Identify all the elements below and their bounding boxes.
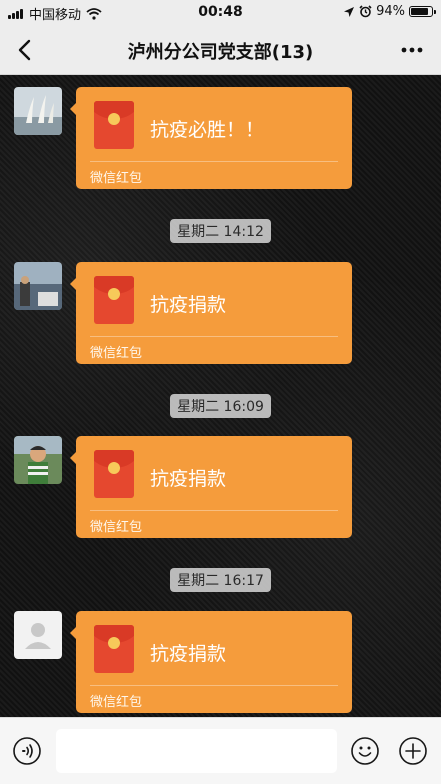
timestamp-text: 星期二 16:17 (170, 568, 271, 592)
red-envelope-icon (94, 450, 134, 498)
status-bar: 中国移动 00:48 94% (0, 0, 441, 26)
message-input[interactable] (56, 729, 337, 773)
red-packet-message[interactable]: 抗疫捐款 微信红包 (70, 262, 352, 364)
timestamp-text: 星期二 14:12 (170, 219, 271, 243)
chat-header: 泸州分公司党支部(13) (0, 26, 441, 75)
battery-percent: 94% (376, 4, 405, 19)
timestamp-divider: 星期二 14:12 (0, 219, 441, 243)
alarm-icon (359, 5, 372, 18)
battery-icon (409, 6, 436, 17)
more-dots-icon[interactable] (397, 36, 427, 64)
red-envelope-icon (94, 101, 134, 149)
red-packet-greeting: 抗疫必胜！！ (150, 119, 265, 141)
avatar-sails[interactable] (14, 87, 62, 135)
timestamp-divider: 星期二 16:17 (0, 568, 441, 592)
back-chevron-icon[interactable] (12, 36, 40, 64)
red-envelope-icon (94, 276, 134, 324)
red-packet-greeting: 抗疫捐款 (150, 468, 227, 490)
chat-title: 泸州分公司党支部(13) (127, 42, 314, 63)
timestamp-divider: 星期二 16:09 (0, 394, 441, 418)
red-packet-message[interactable]: 抗疫捐款 微信红包 (70, 436, 352, 538)
avatar-lake[interactable] (14, 262, 62, 310)
location-icon (344, 6, 355, 17)
red-packet-label: 微信红包 (90, 520, 143, 535)
red-packet-divider (90, 510, 338, 511)
red-packet-message[interactable]: 抗疫必胜！！ 微信红包 (70, 87, 352, 189)
emoji-icon[interactable] (350, 736, 380, 766)
red-packet-message[interactable]: 抗疫捐款 微信红包 (70, 611, 352, 713)
message-input-bar (0, 717, 441, 784)
red-packet-greeting: 抗疫捐款 (150, 294, 227, 316)
red-packet-divider (90, 336, 338, 337)
timestamp-text: 星期二 16:09 (170, 394, 271, 418)
plus-icon[interactable] (398, 736, 428, 766)
avatar-child[interactable] (14, 436, 62, 484)
status-right: 94% (343, 4, 436, 19)
red-packet-label: 微信红包 (90, 695, 143, 710)
red-packet-divider (90, 161, 338, 162)
chat-message-list[interactable]: 抗疫必胜！！ 微信红包 星期二 14:12 抗疫捐款 微信红包 星期二 16:0… (0, 75, 441, 717)
red-packet-label: 微信红包 (90, 171, 143, 186)
voice-icon[interactable] (12, 736, 42, 766)
avatar-default[interactable] (14, 611, 62, 659)
red-packet-greeting: 抗疫捐款 (150, 643, 227, 665)
red-packet-label: 微信红包 (90, 346, 143, 361)
red-envelope-icon (94, 625, 134, 673)
red-packet-divider (90, 685, 338, 686)
